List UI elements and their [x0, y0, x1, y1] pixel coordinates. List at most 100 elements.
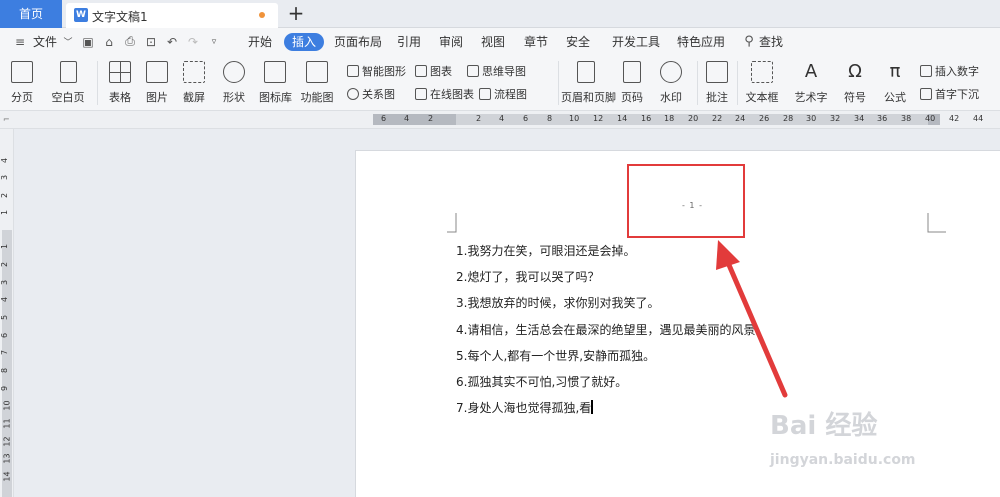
ruler-tick: 1 [0, 243, 10, 250]
page-break-button[interactable]: 分页 [9, 61, 35, 105]
ruler-tick: 34 [854, 114, 865, 123]
baidu-jingyan-watermark: Bai 经验 [770, 411, 878, 441]
ruler-tick: 20 [688, 114, 699, 123]
divider [558, 61, 559, 105]
insert-number-icon [920, 65, 932, 77]
scissors-icon [183, 61, 205, 83]
undo-icon[interactable]: ↶ [164, 34, 180, 50]
shape-button[interactable]: 形状 [220, 61, 248, 105]
paragraph[interactable]: 2.熄灯了，我可以哭了吗？ [456, 264, 767, 290]
ruler-tick: 11 [2, 418, 12, 429]
paragraph-last[interactable]: 7.身处人海也觉得孤独,看 [456, 395, 767, 421]
symbol-button[interactable]: Ω 符号 [842, 61, 868, 105]
screenshot-button[interactable]: 截屏 [180, 61, 208, 105]
ruler-tick: 3 [0, 174, 10, 181]
file-menu-label: 文件 [33, 35, 58, 49]
tab-review[interactable]: 审阅 [439, 33, 463, 51]
header-footer-button[interactable]: 页眉和页脚 [561, 61, 616, 105]
ruler-tick: 4 [0, 157, 10, 164]
horizontal-ruler[interactable]: ⌐ 6 4 2 2 4 6 8 10 12 14 16 18 20 22 24 … [0, 111, 1000, 129]
flowchart-button[interactable]: 流程图 [479, 86, 527, 102]
tab-developer[interactable]: 开发工具 [612, 33, 660, 51]
ruler-tick: 1 [0, 209, 10, 216]
comment-icon [706, 61, 728, 83]
format-painter-icon[interactable]: ⌂ [101, 34, 117, 50]
margin-corner-mark [447, 213, 457, 233]
textbox-button[interactable]: 文本框 [744, 61, 780, 105]
picture-button[interactable]: 图片 [143, 61, 171, 105]
ruler-tick: 44 [973, 114, 984, 123]
ruler-tick: 6 [381, 114, 387, 123]
wps-writer-icon: W [74, 8, 88, 22]
watermark-button[interactable]: 水印 [658, 61, 684, 105]
tab-insert[interactable]: 插入 [284, 33, 325, 51]
paragraph[interactable]: 3.我想放弃的时候，求你别对我笑了。 [456, 290, 767, 316]
ruler-tick: 2 [428, 114, 434, 123]
customize-icon[interactable]: ▿ [206, 34, 222, 50]
paragraph-text: 7.身处人海也觉得孤独,看 [456, 401, 592, 416]
smart-art-icon [347, 65, 359, 77]
print-preview-icon[interactable]: ⊡ [143, 34, 159, 50]
table-icon [109, 61, 131, 83]
document-body[interactable]: 1.我努力在笑，可眼泪还是会掉。 2.熄灯了，我可以哭了吗？ 3.我想放弃的时候… [456, 238, 767, 421]
ruler-tick: 12 [2, 436, 12, 447]
function-chart-icon [306, 61, 328, 83]
pi-icon: π [889, 61, 901, 82]
ruler-tick: 18 [664, 114, 675, 123]
formula-button[interactable]: π 公式 [881, 61, 909, 105]
tab-stop-selector[interactable]: ⌐ [3, 115, 10, 124]
mind-map-button[interactable]: 思维导图 [467, 63, 526, 79]
tab-start[interactable]: 开始 [248, 33, 272, 51]
document-tab-title: 文字文稿1 [92, 10, 148, 24]
print-icon[interactable]: ⎙ [122, 34, 138, 50]
table-button[interactable]: 表格 [106, 61, 134, 105]
save-icon[interactable]: ▣ [80, 34, 96, 50]
icon-library-button[interactable]: 图标库 [259, 61, 292, 105]
blank-page-icon [59, 61, 77, 83]
tab-document[interactable]: W 文字文稿1 [66, 3, 278, 28]
relation-chart-button[interactable]: 关系图 [347, 86, 395, 102]
paragraph[interactable]: 1.我努力在笑，可眼泪还是会掉。 [456, 238, 767, 264]
paragraph[interactable]: 4.请相信，生活总会在最深的绝望里，遇见最美丽的风景。 [456, 317, 767, 343]
tab-chapter[interactable]: 章节 [524, 33, 548, 51]
chart-button[interactable]: 图表 [415, 63, 452, 79]
tab-security[interactable]: 安全 [566, 33, 590, 51]
tab-view[interactable]: 视图 [481, 33, 505, 51]
flowchart-icon [479, 88, 491, 100]
tab-featured[interactable]: 特色应用 [677, 33, 725, 51]
shape-icon [223, 61, 245, 83]
tab-reference[interactable]: 引用 [397, 33, 421, 51]
ruler-tick: 14 [2, 471, 12, 482]
paragraph[interactable]: 6.孤独其实不可怕,习惯了就好。 [456, 369, 767, 395]
paragraph[interactable]: 5.每个人,都有一个世界,安静而孤独。 [456, 343, 767, 369]
blank-page-button[interactable]: 空白页 [48, 61, 88, 105]
new-tab-button[interactable]: + [286, 2, 306, 24]
ruler-tick: 2 [0, 261, 10, 268]
file-menu[interactable]: ≡ 文件 ﹀ [12, 28, 81, 55]
ruler-tick: 28 [783, 114, 794, 123]
menu-bar: ≡ 文件 ﹀ ▣ ⌂ ⎙ ⊡ ↶ ↷ ▿ 开始 插入 页面布局 引用 审阅 视图… [0, 28, 1000, 55]
vertical-ruler[interactable]: 4 3 2 1 1 2 3 4 5 6 7 8 9 10 11 12 13 14 [0, 129, 14, 497]
page-number-button[interactable]: 页码 [619, 61, 645, 105]
insert-number-button[interactable]: 插入数字 [920, 63, 979, 79]
drop-cap-button[interactable]: 首字下沉 [920, 86, 979, 102]
page-number-icon [623, 61, 641, 83]
function-chart-button[interactable]: 功能图 [300, 61, 334, 105]
tab-page-layout[interactable]: 页面布局 [334, 33, 382, 51]
hamburger-icon: ≡ [14, 34, 26, 49]
header-footer-icon [577, 61, 595, 83]
margin-corner-mark [927, 213, 946, 233]
ruler-tick: 4 [404, 114, 410, 123]
drop-cap-icon [920, 88, 932, 100]
search-box[interactable]: ⚲ 查找 [741, 28, 783, 55]
ruler-tick: 4 [0, 296, 10, 303]
ribbon-toolbar: 分页 空白页 表格 图片 截屏 形状 图标库 功能图 智能图形 图表 思维导图 … [0, 55, 1000, 111]
redo-icon[interactable]: ↷ [185, 34, 201, 50]
word-art-button[interactable]: A 艺术字 [793, 61, 829, 105]
tab-home[interactable]: 首页 [0, 0, 62, 28]
online-chart-button[interactable]: 在线图表 [415, 86, 474, 102]
watermark-icon [660, 61, 682, 83]
smart-art-button[interactable]: 智能图形 [347, 63, 406, 79]
comment-button[interactable]: 批注 [705, 61, 729, 105]
omega-icon: Ω [848, 61, 862, 82]
